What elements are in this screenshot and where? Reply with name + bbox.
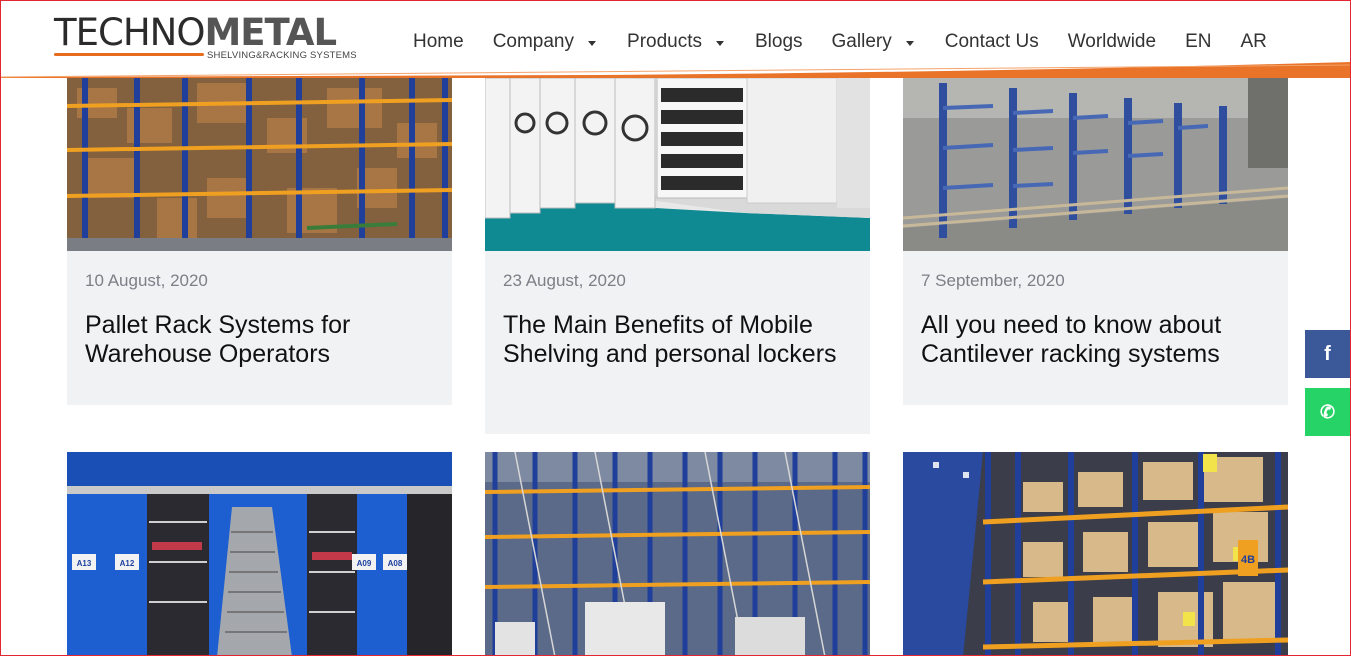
post-title[interactable]: All you need to know about Cantilever ra… — [921, 311, 1276, 369]
site-logo[interactable]: TECHNOMETAL SHELVING&RACKING SYSTEMS — [54, 11, 357, 64]
logo-wordmark: TECHNOMETAL — [54, 11, 337, 54]
blog-card[interactable]: 7 September, 2020 All you need to know a… — [903, 78, 1288, 405]
main-nav: Home Company Products Blogs Gallery Cont… — [413, 30, 1267, 54]
blog-card-image[interactable]: A13 A12 A09 A08 — [67, 452, 452, 656]
blog-card[interactable]: 10 August, 2020 Pallet Rack Systems for … — [67, 78, 452, 405]
whatsapp-icon: ✆ — [1319, 401, 1336, 422]
chevron-down-icon — [905, 40, 914, 46]
blog-card[interactable]: 23 August, 2020 The Main Benefits of Mob… — [485, 78, 870, 434]
cantilever-racking-photo — [903, 78, 1288, 251]
nav-contact-us[interactable]: Contact Us — [945, 31, 1039, 53]
facebook-icon: f — [1324, 342, 1331, 365]
nav-language-ar[interactable]: AR — [1240, 31, 1266, 53]
nav-company[interactable]: Company — [493, 31, 597, 53]
nav-products[interactable]: Products — [627, 31, 724, 53]
drive-in-racking-photo — [485, 452, 870, 656]
facebook-share-button[interactable]: f — [1305, 330, 1350, 378]
whatsapp-share-button[interactable]: ✆ — [1305, 388, 1350, 436]
post-title[interactable]: Pallet Rack Systems for Warehouse Operat… — [85, 311, 440, 369]
nav-gallery[interactable]: Gallery — [832, 31, 914, 53]
rack-label: A13 — [77, 559, 92, 568]
rack-label: A08 — [388, 559, 403, 568]
nav-home[interactable]: Home — [413, 31, 464, 53]
mezzanine-shelving-photo: A13 A12 A09 A08 — [67, 452, 452, 656]
high-bay-pallet-racking-photo: 4B — [903, 452, 1288, 656]
chevron-down-icon — [716, 40, 724, 46]
site-header: TECHNOMETAL SHELVING&RACKING SYSTEMS Hom… — [0, 0, 1351, 78]
post-date: 7 September, 2020 — [921, 271, 1065, 290]
header-accent-swoosh — [0, 62, 1351, 78]
nav-worldwide[interactable]: Worldwide — [1068, 31, 1156, 53]
rack-label: 4B — [1241, 554, 1255, 566]
post-date: 10 August, 2020 — [85, 271, 208, 290]
nav-blogs[interactable]: Blogs — [755, 31, 803, 53]
blog-card-image[interactable]: 4B — [903, 452, 1288, 656]
nav-language-en[interactable]: EN — [1185, 31, 1211, 53]
pallet-rack-warehouse-photo — [67, 78, 452, 251]
chevron-down-icon — [588, 40, 597, 46]
post-title[interactable]: The Main Benefits of Mobile Shelving and… — [503, 311, 858, 369]
logo-underline — [54, 53, 204, 56]
rack-label: A09 — [357, 559, 372, 568]
blog-card-image[interactable] — [485, 452, 870, 656]
mobile-shelving-photo — [485, 78, 870, 251]
rack-label: A12 — [120, 559, 135, 568]
post-date: 23 August, 2020 — [503, 271, 626, 290]
